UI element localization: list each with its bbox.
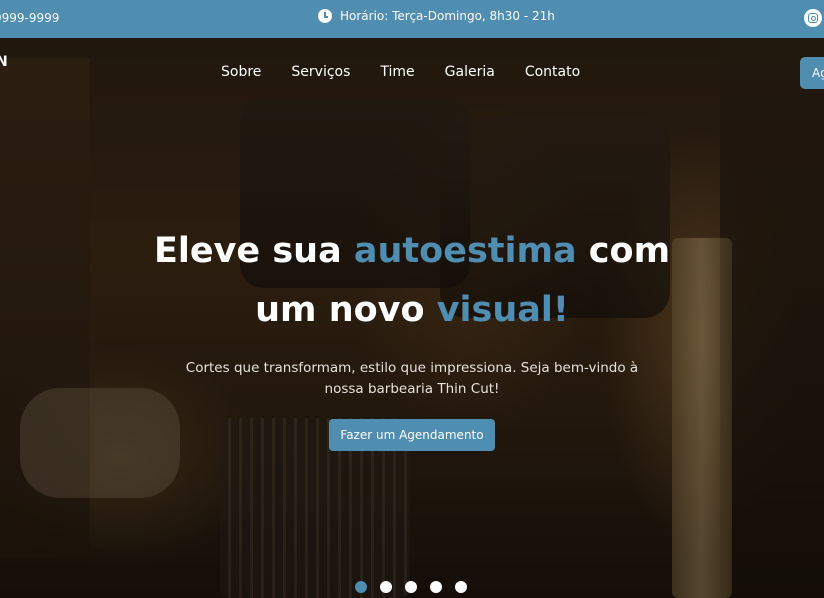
opening-hours-text: Horário: Terça-Domingo, 8h30 - 21h (340, 9, 555, 23)
nav-item-servicos[interactable]: Serviços (291, 64, 350, 80)
hero-subtitle-line-1: Cortes que transformam, estilo que impre… (185, 360, 639, 376)
carousel-dot[interactable] (355, 581, 367, 593)
hero-title-line-2: um novo visual! (0, 290, 824, 330)
hero-title-suffix: com (576, 231, 671, 271)
opening-hours: Horário: Terça-Domingo, 8h30 - 21h (318, 9, 555, 23)
top-info-bar: 9999-9999 Horário: Terça-Domingo, 8h30 -… (0, 0, 824, 38)
carousel-dot[interactable] (380, 581, 392, 593)
nav-item-time[interactable]: Time (380, 64, 414, 80)
carousel-indicators (355, 581, 467, 593)
main-nav: Sobre Serviços Time Galeria Contato (221, 64, 610, 80)
carousel-dot[interactable] (455, 581, 467, 593)
nav-item-sobre[interactable]: Sobre (221, 64, 261, 80)
hero-subtitle-line-2: nossa barbearia Thin Cut! (324, 381, 500, 397)
carousel-dot[interactable] (405, 581, 417, 593)
schedule-button[interactable]: Fazer um Agendamento (329, 419, 495, 451)
hero-title-line2-prefix: um novo (255, 290, 437, 330)
instagram-icon[interactable] (804, 9, 822, 27)
nav-item-contato[interactable]: Contato (525, 64, 580, 80)
hero-title-line-1: Eleve sua autoestima com (0, 231, 824, 271)
hero-title-line2-accent: visual! (436, 290, 569, 330)
header-schedule-button[interactable]: Ag (800, 57, 824, 89)
carousel-dot[interactable] (430, 581, 442, 593)
brand-logo[interactable]: N (0, 54, 8, 70)
nav-item-galeria[interactable]: Galeria (445, 64, 495, 80)
clock-icon (318, 9, 332, 23)
hero-title-accent: autoestima (353, 231, 577, 271)
phone-number[interactable]: 9999-9999 (0, 11, 59, 25)
hero-title-prefix: Eleve sua (153, 231, 354, 271)
hero-section: N Sobre Serviços Time Galeria Contato Ag… (0, 38, 824, 598)
